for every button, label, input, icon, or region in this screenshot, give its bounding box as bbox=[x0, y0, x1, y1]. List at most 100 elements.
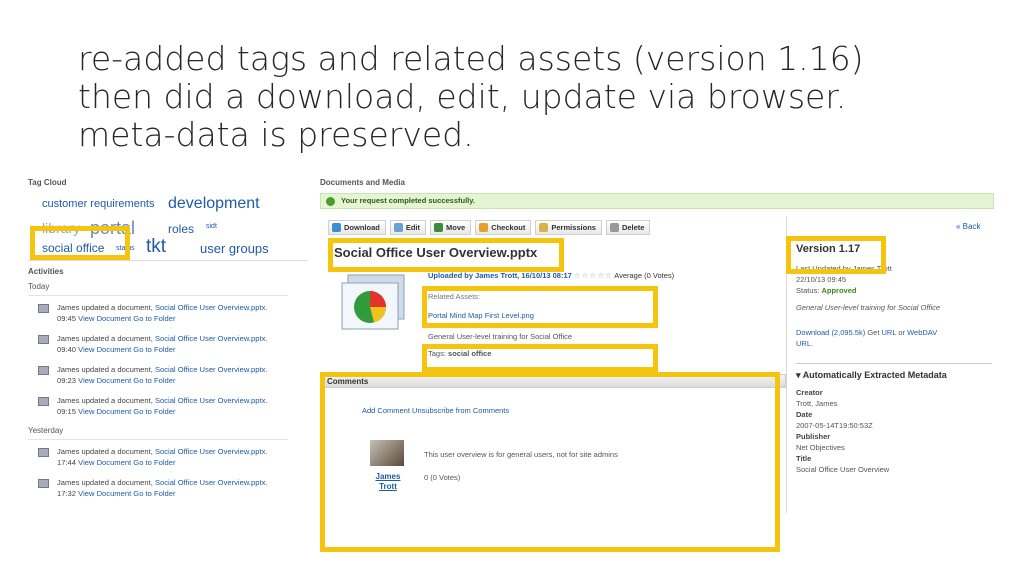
extracted-metadata-heading[interactable]: ▾ Automatically Extracted Metadata bbox=[796, 363, 992, 381]
edit-button[interactable]: Edit bbox=[389, 220, 427, 235]
rating-average: Average (0 Votes) bbox=[614, 271, 675, 280]
move-icon bbox=[434, 223, 444, 232]
day-label-today: Today bbox=[28, 276, 288, 296]
activity-text: James updated a document, bbox=[57, 478, 155, 487]
tag-link[interactable]: roles bbox=[168, 222, 194, 236]
document-icon bbox=[38, 397, 49, 406]
activity-time: 09:23 bbox=[57, 376, 77, 385]
permissions-button[interactable]: Permissions bbox=[535, 220, 602, 235]
highlight-comments bbox=[320, 372, 780, 552]
success-message: Your request completed successfully. bbox=[320, 193, 994, 209]
activity-item: James updated a document, Social Office … bbox=[28, 358, 308, 389]
activity-time: 17:44 bbox=[57, 458, 77, 467]
url-link[interactable]: URL bbox=[882, 328, 897, 337]
edit-icon bbox=[393, 223, 403, 232]
metadata-list: Creator Trott, James Date 2007-05-14T19:… bbox=[796, 387, 992, 475]
activity-time: 09:40 bbox=[57, 345, 77, 354]
slide-title-line-1: re-added tags and related assets (versio… bbox=[78, 39, 864, 78]
or-text: or bbox=[898, 328, 905, 337]
highlight-tags bbox=[422, 344, 658, 372]
document-icon bbox=[38, 335, 49, 344]
move-label: Move bbox=[446, 223, 466, 232]
webdav-url-link[interactable]: URL. bbox=[796, 339, 813, 348]
activity-links[interactable]: View Document Go to Folder bbox=[78, 458, 175, 467]
metadata-key: Publisher bbox=[796, 432, 831, 441]
document-icon bbox=[38, 366, 49, 375]
activity-time: 09:45 bbox=[57, 314, 77, 323]
activity-item: James updated a document, Social Office … bbox=[28, 296, 308, 327]
document-icon bbox=[38, 304, 49, 313]
trash-icon bbox=[609, 223, 619, 232]
tag-link[interactable]: tkt bbox=[146, 236, 166, 258]
activities-heading: Activities bbox=[28, 267, 64, 276]
metadata-value: Trott, James bbox=[796, 399, 838, 408]
slide-title: re-added tags and related assets (versio… bbox=[78, 40, 978, 154]
checkout-button[interactable]: Checkout bbox=[475, 220, 532, 235]
status-row: Status: Approved bbox=[796, 285, 992, 296]
move-button[interactable]: Move bbox=[430, 220, 472, 235]
slide-title-line-3: meta-data is preserved. bbox=[78, 115, 474, 154]
activity-time: 17:32 bbox=[57, 489, 77, 498]
tag-cloud-heading: Tag Cloud bbox=[28, 178, 67, 187]
documents-media-heading: Documents and Media bbox=[320, 178, 405, 187]
checkout-label: Checkout bbox=[491, 223, 526, 232]
updated-date: 22/10/13 09:45 bbox=[796, 275, 847, 284]
activity-text: James updated a document, bbox=[57, 365, 155, 374]
day-label-yesterday: Yesterday bbox=[28, 420, 288, 440]
uploaded-by: Uploaded by James Trott, 16/10/13 08:17 bbox=[428, 271, 572, 280]
tag-link[interactable]: user groups bbox=[200, 241, 269, 256]
download-icon bbox=[332, 223, 341, 232]
activity-links[interactable]: View Document Go to Folder bbox=[78, 314, 175, 323]
activity-text: James updated a document, bbox=[57, 396, 155, 405]
version-panel: Version 1.17 Last Updated by James Trott… bbox=[796, 244, 992, 475]
extracted-metadata-label: Automatically Extracted Metadata bbox=[802, 370, 947, 380]
document-icon bbox=[38, 479, 49, 488]
download-link[interactable]: Download (2,095.5k) bbox=[796, 328, 865, 337]
activity-links[interactable]: View Document Go to Folder bbox=[78, 407, 175, 416]
activity-item: James updated a document, Social Office … bbox=[28, 389, 308, 420]
tag-link[interactable]: customer requirements bbox=[42, 198, 155, 210]
delete-label: Delete bbox=[621, 223, 645, 232]
highlight-social-office-tag bbox=[30, 226, 130, 260]
back-link[interactable]: « Back bbox=[956, 222, 980, 231]
activity-doc-link[interactable]: Social Office User Overview.pptx. bbox=[155, 303, 268, 312]
highlight-related-assets bbox=[422, 286, 658, 328]
download-button[interactable]: Download bbox=[328, 220, 386, 235]
metadata-key: Creator bbox=[796, 388, 823, 397]
tag-link[interactable]: sidt bbox=[206, 223, 217, 230]
metadata-value: Net Objectives bbox=[796, 443, 845, 452]
activity-links[interactable]: View Document Go to Folder bbox=[78, 376, 175, 385]
success-text: Your request completed successfully. bbox=[341, 196, 475, 205]
activity-text: James updated a document, bbox=[57, 303, 155, 312]
activity-links[interactable]: View Document Go to Folder bbox=[78, 489, 175, 498]
webdav-link[interactable]: WebDAV bbox=[907, 328, 937, 337]
presentation-file-icon bbox=[341, 274, 405, 330]
activity-text: James updated a document, bbox=[57, 447, 155, 456]
key-icon bbox=[539, 223, 549, 232]
activity-doc-link[interactable]: Social Office User Overview.pptx. bbox=[155, 447, 268, 456]
download-row: Download (2,095.5k) Get URL or WebDAV UR… bbox=[796, 327, 992, 349]
delete-button[interactable]: Delete bbox=[605, 220, 651, 235]
tag-link[interactable]: development bbox=[168, 195, 260, 213]
status-label: Status: bbox=[796, 286, 820, 295]
metadata-key: Date bbox=[796, 410, 813, 419]
status-badge: Approved bbox=[821, 286, 857, 295]
activity-doc-link[interactable]: Social Office User Overview.pptx. bbox=[155, 396, 268, 405]
get-text: Get bbox=[867, 328, 880, 337]
activity-text: James updated a document, bbox=[57, 334, 155, 343]
activity-links[interactable]: View Document Go to Folder bbox=[78, 345, 175, 354]
check-icon bbox=[326, 197, 335, 206]
activity-time: 09:15 bbox=[57, 407, 77, 416]
document-toolbar: Download Edit Move Checkout Permissions … bbox=[328, 220, 651, 236]
lock-icon bbox=[479, 223, 489, 232]
edit-label: Edit bbox=[405, 223, 421, 232]
version-description: General User-level training for Social O… bbox=[796, 303, 941, 312]
download-label: Download bbox=[344, 223, 380, 232]
highlight-document-title bbox=[328, 238, 564, 272]
activity-item: James updated a document, Social Office … bbox=[28, 471, 308, 502]
activity-doc-link[interactable]: Social Office User Overview.pptx. bbox=[155, 365, 268, 374]
activity-doc-link[interactable]: Social Office User Overview.pptx. bbox=[155, 478, 268, 487]
activity-doc-link[interactable]: Social Office User Overview.pptx. bbox=[155, 334, 268, 343]
document-icon bbox=[38, 448, 49, 457]
rating-stars[interactable]: ☆☆☆☆☆ bbox=[574, 271, 613, 280]
